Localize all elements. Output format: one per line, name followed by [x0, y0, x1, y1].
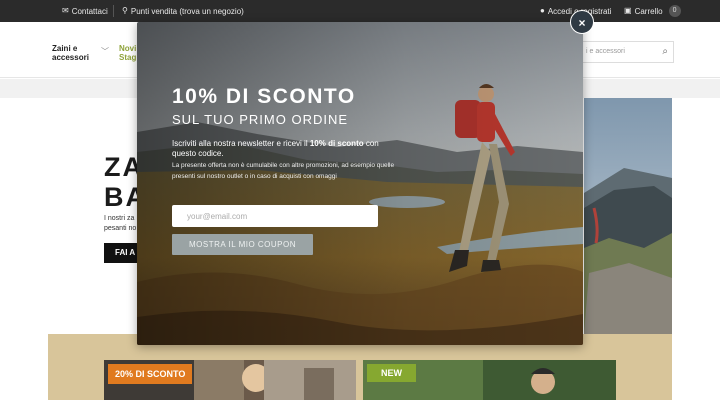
close-icon[interactable]: × — [570, 10, 594, 34]
bag-icon: ▣ — [624, 6, 632, 15]
cart-link[interactable]: ▣ Carrello 0 — [624, 0, 681, 22]
nav-item-bags[interactable]: Zaini e accessori — [52, 44, 92, 62]
modal-description-highlight: 10% di sconto — [309, 139, 364, 148]
nav-item-new-season-label: Novi Stag — [119, 44, 137, 62]
contact-link[interactable]: ✉ Contattaci — [62, 0, 108, 22]
cart-count-badge: 0 — [668, 5, 681, 17]
modal-title: 10% DI SCONTO — [172, 85, 356, 108]
stores-label: Punti vendita (trova un negozio) — [130, 6, 244, 16]
modal-background-image — [137, 22, 583, 345]
hero-description: I nostri za pesanti no — [104, 214, 138, 234]
search-placeholder: i e accessori — [586, 48, 625, 55]
map-pin-icon: ⚲ — [122, 6, 128, 15]
modal-description-prefix: Iscriviti alla nostra newsletter e ricev… — [172, 139, 310, 148]
search-input[interactable]: i e accessori ⌕ — [580, 41, 674, 63]
contact-label: Contattaci — [71, 6, 108, 16]
top-bar: ✉ Contattaci ⚲ Punti vendita (trova un n… — [0, 0, 720, 22]
show-coupon-button[interactable]: MOSTRA IL MIO COUPON — [172, 234, 313, 255]
newsletter-modal: 10% DI SCONTO SUL TUO PRIMO ORDINE Iscri… — [137, 22, 583, 345]
modal-subtitle: SUL TUO PRIMO ORDINE — [172, 112, 349, 127]
cart-label: Carrello — [634, 6, 663, 16]
email-field[interactable] — [172, 205, 378, 227]
nav-item-bags-label: Zaini e accessori — [52, 44, 89, 62]
hero-image — [584, 98, 672, 334]
stores-link[interactable]: ⚲ Punti vendita (trova un negozio) — [122, 0, 244, 22]
modal-description: Iscriviti alla nostra newsletter e ricev… — [172, 139, 392, 159]
search-icon[interactable]: ⌕ — [662, 46, 668, 57]
modal-disclaimer: La presente offerta non è cumulabile con… — [172, 162, 395, 180]
divider — [113, 5, 114, 17]
hero-description-line1: I nostri za — [104, 215, 135, 222]
user-icon: ● — [540, 6, 545, 15]
sale-badge: 20% DI SCONTO — [108, 364, 193, 384]
chevron-down-icon[interactable]: ﹀ — [101, 46, 109, 57]
mail-icon: ✉ — [62, 6, 69, 15]
new-badge: NEW — [367, 364, 416, 382]
nav-item-new-season[interactable]: Novi Stag — [119, 44, 137, 62]
hero-description-line2: pesanti no — [104, 225, 137, 232]
